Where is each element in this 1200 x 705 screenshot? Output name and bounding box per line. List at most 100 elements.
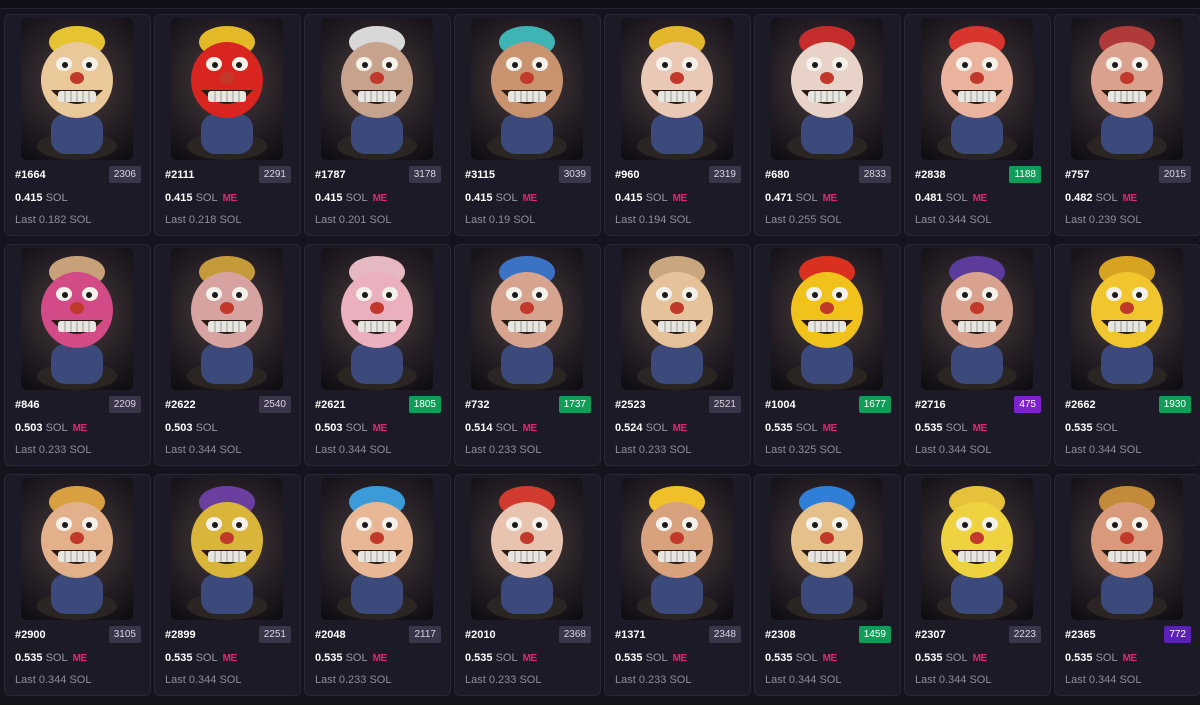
price-currency: SOL bbox=[645, 652, 668, 664]
last-sale-label: Last bbox=[15, 214, 36, 226]
magic-eden-icon: ME bbox=[1122, 653, 1138, 664]
listing-price: 0.415 SOL ME bbox=[315, 192, 387, 204]
price-value: 0.535 bbox=[765, 422, 793, 434]
nft-artwork-image bbox=[1087, 486, 1167, 620]
nft-card[interactable]: #2307 2223 0.535 SOL ME Last 0.344 SOL bbox=[904, 474, 1051, 696]
last-sale-label: Last bbox=[1065, 674, 1086, 686]
listing-price: 0.535 SOL ME bbox=[315, 652, 387, 664]
nft-artwork bbox=[921, 18, 1033, 160]
rarity-rank-badge: 2117 bbox=[409, 626, 441, 643]
magic-eden-icon: ME bbox=[672, 193, 688, 204]
token-id: #1004 bbox=[765, 399, 796, 411]
nft-card[interactable]: #2010 2368 0.535 SOL ME Last 0.233 SOL bbox=[454, 474, 601, 696]
last-sale-label: Last bbox=[915, 444, 936, 456]
nft-artwork-image bbox=[37, 26, 117, 160]
token-id: #757 bbox=[1065, 169, 1090, 181]
last-sale-label: Last bbox=[15, 674, 36, 686]
nft-card[interactable]: #2308 1459 0.535 SOL ME Last 0.344 SOL bbox=[754, 474, 901, 696]
nft-card[interactable]: #680 2833 0.471 SOL ME Last 0.255 SOL bbox=[754, 14, 901, 236]
last-sale-label: Last bbox=[465, 674, 486, 686]
nft-artwork-image bbox=[637, 486, 717, 620]
last-sale-label: Last bbox=[165, 444, 186, 456]
nft-artwork bbox=[171, 18, 283, 160]
nft-card[interactable]: #3115 3039 0.415 SOL ME Last 0.19 SOL bbox=[454, 14, 601, 236]
nft-card[interactable]: #2838 1188 0.481 SOL ME Last 0.344 SOL bbox=[904, 14, 1051, 236]
nft-artwork bbox=[1071, 478, 1183, 620]
nft-artwork-image bbox=[187, 26, 267, 160]
nft-artwork-image bbox=[37, 486, 117, 620]
nft-card[interactable]: #732 1737 0.514 SOL ME Last 0.233 SOL bbox=[454, 244, 601, 466]
nft-card[interactable]: #2662 1930 0.535 SOL Last 0.344 SOL bbox=[1054, 244, 1200, 466]
magic-eden-icon: ME bbox=[672, 653, 688, 664]
last-sale-label: Last bbox=[165, 674, 186, 686]
nft-artwork bbox=[921, 248, 1033, 390]
price-currency: SOL bbox=[795, 422, 818, 434]
price-value: 0.535 bbox=[915, 652, 943, 664]
nft-artwork-image bbox=[1087, 256, 1167, 390]
nft-artwork-image bbox=[337, 26, 417, 160]
price-value: 0.415 bbox=[315, 192, 343, 204]
nft-card[interactable]: #2899 2251 0.535 SOL ME Last 0.344 SOL bbox=[154, 474, 301, 696]
nft-card[interactable]: #1371 2348 0.535 SOL ME Last 0.233 SOL bbox=[604, 474, 751, 696]
last-sale-value: 0.344 SOL bbox=[188, 444, 242, 456]
nft-artwork bbox=[471, 478, 583, 620]
last-sale: Last 0.344 SOL bbox=[915, 214, 991, 226]
last-sale-value: 0.239 SOL bbox=[1088, 214, 1142, 226]
nft-card[interactable]: #2622 2540 0.503 SOL Last 0.344 SOL bbox=[154, 244, 301, 466]
nft-card[interactable]: #846 2209 0.503 SOL ME Last 0.233 SOL bbox=[4, 244, 151, 466]
listing-price: 0.482 SOL ME bbox=[1065, 192, 1137, 204]
price-value: 0.535 bbox=[315, 652, 343, 664]
last-sale-label: Last bbox=[315, 444, 336, 456]
nft-card[interactable]: #1004 1677 0.535 SOL ME Last 0.325 SOL bbox=[754, 244, 901, 466]
price-currency: SOL bbox=[45, 652, 68, 664]
price-value: 0.415 bbox=[15, 192, 43, 204]
price-currency: SOL bbox=[345, 652, 368, 664]
listing-price: 0.415 SOL ME bbox=[165, 192, 237, 204]
last-sale-value: 0.19 SOL bbox=[488, 214, 536, 226]
nft-card[interactable]: #2900 3105 0.535 SOL ME Last 0.344 SOL bbox=[4, 474, 151, 696]
listing-price: 0.535 SOL ME bbox=[15, 652, 87, 664]
nft-artwork-image bbox=[637, 256, 717, 390]
listing-price: 0.535 SOL ME bbox=[465, 652, 537, 664]
price-value: 0.535 bbox=[15, 652, 43, 664]
last-sale: Last 0.344 SOL bbox=[165, 444, 241, 456]
listing-price: 0.503 SOL ME bbox=[15, 422, 87, 434]
price-value: 0.471 bbox=[765, 192, 793, 204]
magic-eden-icon: ME bbox=[522, 423, 538, 434]
token-id: #846 bbox=[15, 399, 40, 411]
nft-card[interactable]: #2716 475 0.535 SOL ME Last 0.344 SOL bbox=[904, 244, 1051, 466]
nft-artwork bbox=[321, 478, 433, 620]
last-sale: Last 0.194 SOL bbox=[615, 214, 691, 226]
magic-eden-icon: ME bbox=[972, 653, 988, 664]
magic-eden-icon: ME bbox=[972, 423, 988, 434]
last-sale-label: Last bbox=[1065, 214, 1086, 226]
nft-grid: #1664 2306 0.415 SOL Last 0.182 SOL #211… bbox=[4, 14, 1200, 696]
nft-card[interactable]: #2365 772 0.535 SOL ME Last 0.344 SOL bbox=[1054, 474, 1200, 696]
nft-card[interactable]: #757 2015 0.482 SOL ME Last 0.239 SOL bbox=[1054, 14, 1200, 236]
last-sale-value: 0.344 SOL bbox=[188, 674, 242, 686]
price-currency: SOL bbox=[195, 422, 218, 434]
nft-card[interactable]: #2523 2521 0.524 SOL ME Last 0.233 SOL bbox=[604, 244, 751, 466]
rarity-rank-badge: 3039 bbox=[558, 166, 591, 183]
nft-card[interactable]: #2621 1805 0.503 SOL ME Last 0.344 SOL bbox=[304, 244, 451, 466]
nft-card[interactable]: #1664 2306 0.415 SOL Last 0.182 SOL bbox=[4, 14, 151, 236]
nft-card[interactable]: #2048 2117 0.535 SOL ME Last 0.233 SOL bbox=[304, 474, 451, 696]
last-sale-value: 0.233 SOL bbox=[38, 444, 92, 456]
last-sale-label: Last bbox=[765, 214, 786, 226]
magic-eden-icon: ME bbox=[222, 193, 238, 204]
magic-eden-icon: ME bbox=[822, 193, 838, 204]
rarity-rank-badge: 2540 bbox=[258, 396, 291, 413]
last-sale-value: 0.344 SOL bbox=[938, 444, 992, 456]
nft-artwork bbox=[21, 248, 133, 390]
price-currency: SOL bbox=[1095, 192, 1118, 204]
token-id: #732 bbox=[465, 399, 490, 411]
nft-card[interactable]: #2111 2291 0.415 SOL ME Last 0.218 SOL bbox=[154, 14, 301, 236]
nft-artwork bbox=[771, 248, 883, 390]
last-sale-value: 0.344 SOL bbox=[1088, 444, 1142, 456]
last-sale: Last 0.201 SOL bbox=[315, 214, 391, 226]
nft-artwork bbox=[21, 478, 133, 620]
nft-card[interactable]: #1787 3178 0.415 SOL ME Last 0.201 SOL bbox=[304, 14, 451, 236]
last-sale: Last 0.325 SOL bbox=[765, 444, 841, 456]
token-id: #1787 bbox=[315, 169, 346, 181]
nft-card[interactable]: #960 2319 0.415 SOL ME Last 0.194 SOL bbox=[604, 14, 751, 236]
